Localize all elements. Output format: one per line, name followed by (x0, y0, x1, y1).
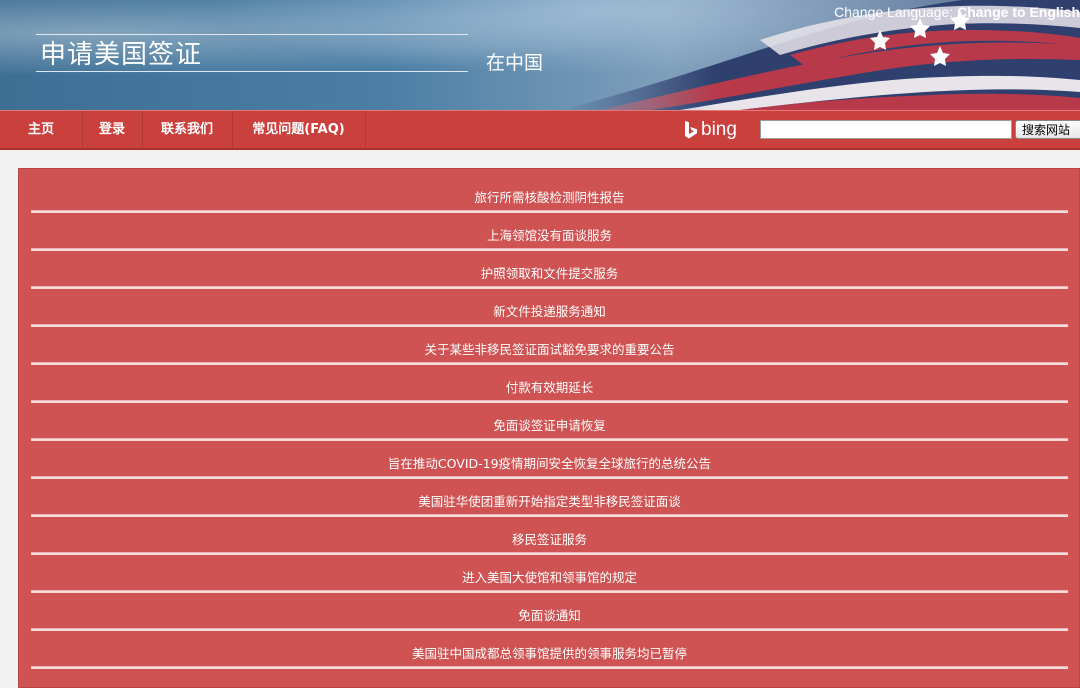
notice-link[interactable]: 进入美国大使馆和领事馆的规定 (31, 567, 1068, 586)
list-item: 进入美国大使馆和领事馆的规定 (31, 555, 1068, 593)
change-language-label: Change Language: (834, 4, 954, 20)
nav-item-faq[interactable]: 常见问题(FAQ) (232, 111, 366, 149)
notice-link[interactable]: 旨在推动COVID-19疫情期间安全恢复全球旅行的总统公告 (31, 453, 1068, 472)
list-item: 美国驻华使团重新开始指定类型非移民签证面谈 (31, 479, 1068, 517)
notice-link[interactable]: 付款有效期延长 (31, 377, 1068, 396)
list-item: 护照领取和文件提交服务 (31, 251, 1068, 289)
nav-item-home[interactable]: 主页 (0, 111, 83, 149)
list-item: 免面谈签证申请恢复 (31, 403, 1068, 441)
bing-logo: bing (684, 117, 737, 143)
list-item: 移民签证服务 (31, 517, 1068, 555)
list-item: 免面谈通知 (31, 593, 1068, 631)
title-rule-bottom (36, 71, 468, 72)
header-banner: 申请美国签证 在中国 Change Language: Change to En… (0, 0, 1080, 110)
site-subtitle: 在中国 (486, 52, 544, 74)
list-item: 美国驻中国成都总领事馆提供的领事服务均已暂停 (31, 631, 1068, 669)
bing-text: bing (701, 119, 737, 140)
change-to-english-link[interactable]: Change to English (957, 4, 1080, 20)
main-nav-bar: 主页 登录 联系我们 常见问题(FAQ) bing 搜索网站 (0, 110, 1080, 150)
notice-link[interactable]: 旅行所需核酸检测阴性报告 (31, 187, 1068, 206)
notice-link[interactable]: 免面谈通知 (31, 605, 1068, 624)
list-item: 旅行所需核酸检测阴性报告 (31, 175, 1068, 213)
nav-item-contact[interactable]: 联系我们 (142, 111, 233, 149)
bing-icon (685, 121, 697, 139)
list-item: 新文件投递服务通知 (31, 289, 1068, 327)
list-item: 关于某些非移民签证面试豁免要求的重要公告 (31, 327, 1068, 365)
notice-link[interactable]: 移民签证服务 (31, 529, 1068, 548)
notice-link[interactable]: 美国驻华使团重新开始指定类型非移民签证面谈 (31, 491, 1068, 510)
divider (31, 666, 1068, 669)
list-item: 付款有效期延长 (31, 365, 1068, 403)
search-button[interactable]: 搜索网站 (1015, 120, 1080, 139)
list-item: 旨在推动COVID-19疫情期间安全恢复全球旅行的总统公告 (31, 441, 1068, 479)
notice-link[interactable]: 关于某些非移民签证面试豁免要求的重要公告 (31, 339, 1068, 358)
search-input[interactable] (760, 120, 1012, 139)
nav-item-login[interactable]: 登录 (82, 111, 143, 149)
notice-link[interactable]: 新文件投递服务通知 (31, 301, 1068, 320)
change-language: Change Language: Change to English (834, 4, 1080, 20)
notice-link[interactable]: 美国驻中国成都总领事馆提供的领事服务均已暂停 (31, 643, 1068, 662)
notice-link[interactable]: 上海领馆没有面谈服务 (31, 225, 1068, 244)
notice-list: 旅行所需核酸检测阴性报告 上海领馆没有面谈服务 护照领取和文件提交服务 新文件投… (18, 168, 1080, 688)
notice-link[interactable]: 免面谈签证申请恢复 (31, 415, 1068, 434)
list-item: 上海领馆没有面谈服务 (31, 213, 1068, 251)
notice-link[interactable]: 护照领取和文件提交服务 (31, 263, 1068, 282)
site-title: 申请美国签证 (40, 40, 203, 70)
